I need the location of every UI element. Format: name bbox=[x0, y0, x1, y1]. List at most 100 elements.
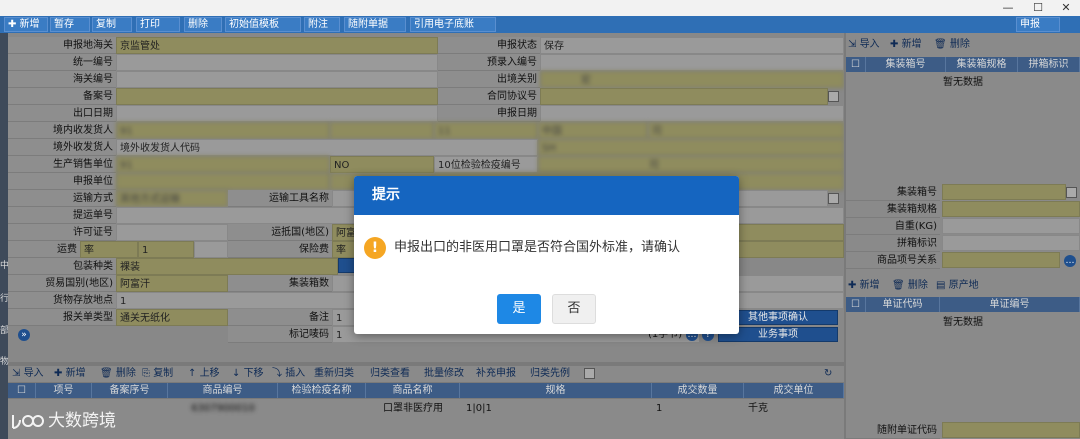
batch-edit-button[interactable]: 批量修改 bbox=[424, 367, 464, 381]
trade-country-field[interactable]: 阿富汗 bbox=[116, 275, 228, 292]
container-delete-button[interactable]: 🗑 删除 bbox=[934, 38, 970, 52]
col-record-seq[interactable]: 备案序号 bbox=[92, 383, 168, 398]
domestic-consignor-ciq[interactable] bbox=[330, 122, 434, 139]
overseas-consignee-name[interactable]: SH bbox=[538, 139, 844, 156]
declare-date-field bbox=[540, 105, 844, 122]
declarant-code[interactable] bbox=[116, 173, 330, 190]
col-spec[interactable]: 规格 bbox=[460, 383, 652, 398]
reclassify-button[interactable]: 重新归类 bbox=[314, 367, 354, 381]
declare-button[interactable]: 申报 bbox=[1016, 17, 1060, 32]
no-button[interactable]: 否 bbox=[552, 294, 596, 324]
container-new-label: 新增 bbox=[901, 39, 922, 50]
new-button[interactable]: ✚ 新增 bbox=[4, 17, 48, 32]
form-row: 境内收发货人 91 11 中国 司 bbox=[8, 122, 844, 139]
delete-button[interactable]: 删除 bbox=[184, 17, 222, 32]
item-relation-field[interactable] bbox=[942, 252, 1060, 268]
domestic-consignor-name[interactable]: 中国 bbox=[538, 122, 648, 139]
origin-button[interactable]: ▤ 原产地 bbox=[936, 279, 979, 293]
docs-button[interactable]: 随附单据 bbox=[344, 17, 406, 32]
col-ciq-name[interactable]: 检验检疫名称 bbox=[278, 383, 366, 398]
col-unit[interactable]: 成交单位 bbox=[744, 383, 844, 398]
docs-new-button[interactable]: ✚ 新增 bbox=[848, 279, 880, 293]
domestic-consignor-code[interactable]: 91 bbox=[116, 122, 330, 139]
transport-mode-label: 运输方式 bbox=[8, 190, 116, 207]
classify-precedent-button[interactable]: 归类先例 bbox=[530, 367, 570, 381]
domestic-consignor-name-rest[interactable]: 司 bbox=[648, 122, 844, 139]
classify-view-button[interactable]: 归类查看 bbox=[370, 367, 410, 381]
customs-field[interactable]: 京监管处 bbox=[116, 37, 438, 54]
attach-button[interactable]: 附注 bbox=[304, 17, 340, 32]
col-doc-code[interactable]: 单证代码 bbox=[866, 297, 940, 312]
select-all-checkbox[interactable]: ☐ bbox=[8, 383, 36, 398]
contract-checkbox[interactable] bbox=[828, 91, 839, 102]
move-down-button[interactable]: ↓ 下移 bbox=[232, 367, 264, 381]
freight-type[interactable]: 率 bbox=[80, 241, 138, 258]
freight-rate[interactable]: 1 bbox=[138, 241, 194, 258]
goods-copy-button[interactable]: ⎘ 复制 bbox=[142, 367, 173, 381]
goods-new-label: 新增 bbox=[65, 368, 86, 379]
domestic-consignor-id[interactable]: 11 bbox=[434, 122, 538, 139]
freight-currency[interactable] bbox=[194, 241, 228, 258]
expand-icon[interactable]: » bbox=[18, 329, 30, 341]
yes-button[interactable]: 是 bbox=[497, 294, 541, 324]
copy-button[interactable]: 复制 bbox=[92, 17, 132, 32]
insert-button[interactable]: ⤵ 插入 bbox=[272, 367, 305, 381]
container-spec-field[interactable] bbox=[942, 201, 1080, 217]
form-row: 自重(KG) bbox=[846, 218, 1080, 235]
precedent-checkbox[interactable] bbox=[584, 368, 595, 379]
col-doc-no[interactable]: 单证编号 bbox=[940, 297, 1080, 312]
reference-ledger-button[interactable]: 引用电子底账 bbox=[410, 17, 496, 32]
docs-empty-text: 暂无数据 bbox=[943, 317, 983, 328]
docs-delete-button[interactable]: 🗑 删除 bbox=[892, 279, 928, 293]
goods-delete-button[interactable]: 🗑 删除 bbox=[100, 367, 136, 381]
freight-label: 运费 bbox=[8, 241, 80, 258]
record-no-field[interactable] bbox=[116, 88, 438, 105]
print-button[interactable]: 打印 bbox=[136, 17, 180, 32]
producer-code[interactable]: 91 bbox=[116, 156, 330, 173]
attached-doc-code-field[interactable] bbox=[942, 422, 1080, 438]
more-icon[interactable]: … bbox=[1064, 255, 1076, 267]
producer-ciq[interactable]: 10位检验检疫编号 bbox=[434, 156, 538, 173]
license-field[interactable] bbox=[116, 224, 228, 241]
transport-mode-field[interactable]: 其他方式运输 bbox=[116, 190, 228, 207]
goods-new-button[interactable]: ✚ 新增 bbox=[54, 367, 86, 381]
producer-name[interactable]: 司 bbox=[538, 156, 844, 173]
goods-import-button[interactable]: ⇲ 导入 bbox=[12, 367, 44, 381]
form-row: 随附单证代码 bbox=[846, 422, 1080, 439]
supplement-declare-button[interactable]: 补充申报 bbox=[476, 367, 516, 381]
col-hs-code[interactable]: 商品编号 bbox=[168, 383, 278, 398]
self-weight-field[interactable] bbox=[942, 218, 1080, 234]
col-lcl-flag[interactable]: 拼箱标识 bbox=[1018, 57, 1080, 72]
overseas-consignee-code[interactable]: 境外收发货人代码 bbox=[116, 139, 538, 156]
save-draft-button[interactable]: 暂存 bbox=[50, 17, 90, 32]
template-button[interactable]: 初始值模板 bbox=[225, 17, 301, 32]
col-container-no[interactable]: 集装箱号 bbox=[866, 57, 946, 72]
exit-port-field[interactable]: 宏 bbox=[540, 71, 844, 88]
container-no-field[interactable] bbox=[942, 184, 1066, 200]
col-goods-name[interactable]: 商品名称 bbox=[366, 383, 460, 398]
package-field[interactable]: 裸装 bbox=[116, 258, 338, 275]
export-date-label: 出口日期 bbox=[8, 105, 116, 122]
container-checkbox[interactable] bbox=[1066, 187, 1077, 198]
lcl-flag-field[interactable] bbox=[942, 235, 1080, 251]
contract-field[interactable] bbox=[540, 88, 828, 105]
col-item-no[interactable]: 项号 bbox=[36, 383, 92, 398]
export-date-field[interactable] bbox=[116, 105, 438, 122]
move-up-button[interactable]: ↑ 上移 bbox=[188, 367, 220, 381]
container-import-button[interactable]: ⇲ 导入 bbox=[848, 38, 880, 52]
close-icon[interactable]: ✕ bbox=[1054, 0, 1078, 16]
col-qty[interactable]: 成交数量 bbox=[652, 383, 744, 398]
container-spec-label: 集装箱规格 bbox=[846, 201, 940, 218]
maximize-icon[interactable]: ☐ bbox=[1026, 0, 1050, 16]
refresh-icon[interactable]: ↻ bbox=[824, 367, 832, 381]
docs-select-all[interactable]: ☐ bbox=[846, 297, 866, 312]
producer-no[interactable]: NO bbox=[330, 156, 434, 173]
col-container-spec[interactable]: 集装箱规格 bbox=[946, 57, 1018, 72]
entry-type-field[interactable]: 通关无纸化 bbox=[116, 309, 228, 326]
container-new-button[interactable]: ✚ 新增 bbox=[890, 38, 922, 52]
table-row[interactable]: 6307900010 口罩非医疗用 1|0|1 1 千克 bbox=[8, 399, 844, 439]
vessel-checkbox[interactable] bbox=[828, 193, 839, 204]
minimize-icon[interactable]: — bbox=[996, 0, 1020, 16]
container-select-all[interactable]: ☐ bbox=[846, 57, 866, 72]
docs-delete-label: 删除 bbox=[907, 280, 928, 291]
